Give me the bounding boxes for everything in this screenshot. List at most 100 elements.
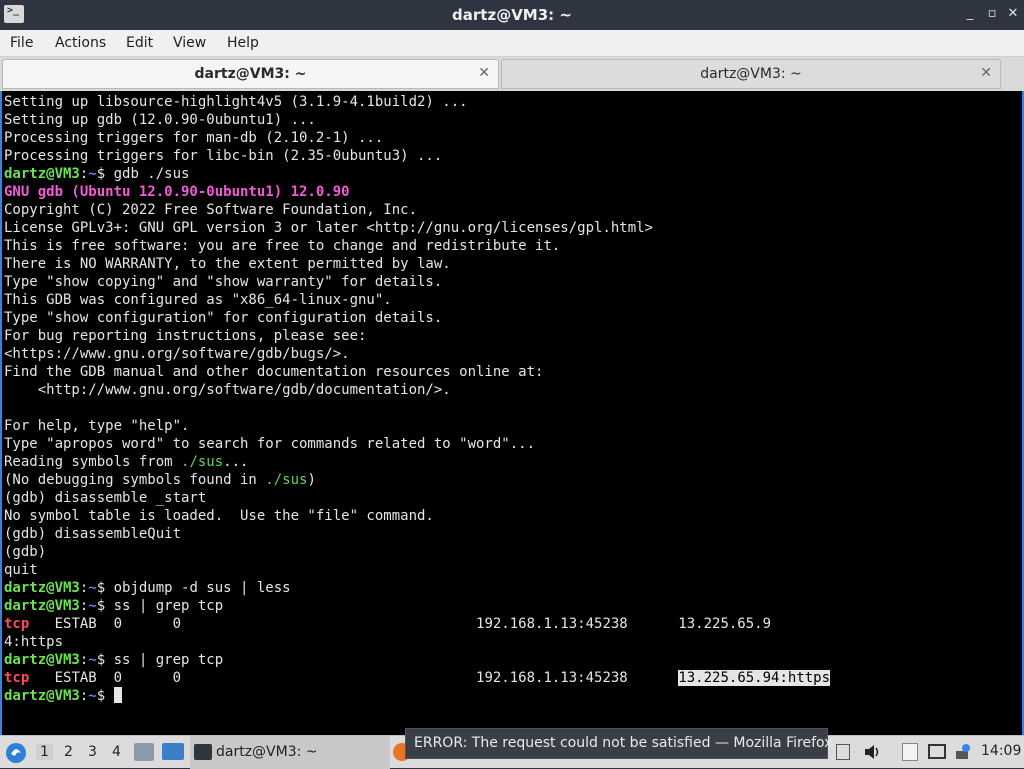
terminal-text: Type "show configuration" for configurat… (4, 310, 443, 326)
terminal-text: There is NO WARRANTY, to the extent perm… (4, 256, 451, 272)
terminal-text: Processing triggers for man-db (2.10.2-1… (4, 130, 384, 146)
terminal-text: ~ (88, 166, 97, 182)
terminal-text: quit (4, 562, 38, 578)
menu-help[interactable]: Help (227, 35, 259, 51)
terminal-text: Setting up libsource-highlight4v5 (3.1.9… (4, 94, 468, 110)
clipboard-icon[interactable] (902, 743, 918, 761)
taskbar-item-label: dartz@VM3: ~ (216, 744, 318, 760)
terminal-line: <http://www.gnu.org/software/gdb/documen… (4, 381, 451, 399)
terminal-text: tcp (4, 616, 30, 632)
terminal-text: 4:https (4, 634, 64, 650)
terminal-line: tcp ESTAB 0 0 192.168.1.13:45238 13.225.… (4, 669, 831, 687)
terminal-text: ~ (88, 580, 97, 596)
terminal-text: ./sus (181, 454, 224, 470)
terminal-line: dartz@VM3:~$ gdb ./sus (4, 165, 189, 183)
terminal-text: Setting up gdb (12.0.90-0ubuntu1) ... (4, 112, 316, 128)
terminal-text: ~ (88, 688, 97, 704)
terminal-line: Type "show copying" and "show warranty" … (4, 273, 442, 291)
tab-terminal-2[interactable]: dartz@VM3: ~ ✕ (501, 59, 1001, 89)
terminal-text: ~ (88, 598, 97, 614)
file-manager-icon[interactable] (134, 743, 154, 761)
terminal-line: Reading symbols from ./sus... (4, 453, 248, 471)
tab-close-icon[interactable]: ✕ (980, 65, 992, 81)
terminal-text: For bug reporting instructions, please s… (4, 328, 367, 344)
tray-arrow-icon[interactable] (836, 744, 850, 760)
menu-edit[interactable]: Edit (126, 35, 153, 51)
terminal-line: (gdb) (4, 543, 46, 561)
terminal-text: ) (307, 472, 316, 488)
workspace-2[interactable]: 2 (64, 744, 73, 760)
terminal-line: Copyright (C) 2022 Free Software Foundat… (4, 201, 417, 219)
terminal-text: $ gdb ./sus (96, 166, 190, 182)
terminal-text: <https://www.gnu.org/software/gdb/bugs/>… (4, 346, 350, 362)
minimize-icon[interactable]: _ (962, 6, 978, 22)
menu-file[interactable]: File (10, 35, 33, 51)
maximize-icon[interactable]: ▫ (984, 6, 1000, 22)
terminal-text: tcp (4, 670, 30, 686)
terminal-line: (gdb) disassemble _start (4, 489, 206, 507)
terminal-line: dartz@VM3:~$ (4, 687, 122, 705)
terminal-line: Type "show configuration" for configurat… (4, 309, 442, 327)
terminal-text: (gdb) disassembleQuit (4, 526, 182, 542)
terminal-text: Type "apropos word" to search for comman… (4, 436, 536, 452)
terminal-line: Setting up libsource-highlight4v5 (3.1.9… (4, 93, 468, 111)
tab-close-icon[interactable]: ✕ (478, 65, 490, 81)
terminal-text: dartz@VM3 (4, 166, 80, 182)
terminal-text: $ objdump -d sus | less (96, 580, 291, 596)
workspace-4[interactable]: 4 (112, 744, 121, 760)
terminal-text: dartz@VM3 (4, 688, 80, 704)
volume-icon[interactable] (863, 744, 881, 760)
terminal-line: dartz@VM3:~$ objdump -d sus | less (4, 579, 291, 597)
terminal-text: This GDB was configured as "x86_64-linux… (4, 292, 392, 308)
terminal-text: ~ (88, 652, 97, 668)
terminal-line: Type "apropos word" to search for comman… (4, 435, 535, 453)
terminal-line: 4:https (4, 633, 63, 651)
show-desktop-icon[interactable] (162, 743, 184, 760)
window-title: dartz@VM3: ~ (452, 6, 572, 24)
terminal-line: No symbol table is loaded. Use the "file… (4, 507, 434, 525)
tab-label: dartz@VM3: ~ (194, 66, 307, 82)
tab-label: dartz@VM3: ~ (700, 66, 802, 82)
terminal-text: 13.225.65.94:https (678, 670, 831, 686)
firefox-tooltip: ERROR: The request could not be satisfie… (405, 728, 832, 759)
close-icon[interactable]: ✕ (1005, 6, 1021, 22)
terminal-line: This is free software: you are free to c… (4, 237, 560, 255)
tab-bar: dartz@VM3: ~ ✕ dartz@VM3: ~ ✕ (0, 57, 1024, 91)
terminal-line: Processing triggers for man-db (2.10.2-1… (4, 129, 383, 147)
terminal-text: $ ss | grep tcp (96, 652, 224, 668)
workspace-1[interactable]: 1 (36, 744, 53, 760)
taskbar-item-terminal[interactable]: dartz@VM3: ~ (190, 736, 390, 769)
window-titlebar: dartz@VM3: ~ _ ▫ ✕ (0, 0, 1024, 30)
terminal-text: ESTAB 0 0 192.168.1.13:45238 (29, 670, 679, 686)
terminal-line: <https://www.gnu.org/software/gdb/bugs/>… (4, 345, 350, 363)
terminal-text: Type "show copying" and "show warranty" … (4, 274, 443, 290)
terminal-line: For bug reporting instructions, please s… (4, 327, 366, 345)
menu-bar: File Actions Edit View Help (0, 30, 1024, 57)
terminal-text: Processing triggers for libc-bin (2.35-0… (4, 148, 443, 164)
tab-terminal-1[interactable]: dartz@VM3: ~ ✕ (2, 59, 499, 89)
network-icon[interactable] (928, 744, 946, 759)
terminal-line: (No debugging symbols found in ./sus) (4, 471, 316, 489)
terminal-line: dartz@VM3:~$ ss | grep tcp (4, 651, 223, 669)
terminal-text: Copyright (C) 2022 Free Software Foundat… (4, 202, 418, 218)
terminal-text: (gdb) (4, 544, 47, 560)
terminal-text: <http://www.gnu.org/software/gdb/documen… (4, 382, 451, 398)
terminal-line: GNU gdb (Ubuntu 12.0.90-0ubuntu1) 12.0.9… (4, 183, 350, 201)
terminal-output[interactable]: Setting up libsource-highlight4v5 (3.1.9… (0, 91, 1024, 735)
terminal-line: Processing triggers for libc-bin (2.35-0… (4, 147, 442, 165)
menu-view[interactable]: View (173, 35, 206, 51)
terminal-line: This GDB was configured as "x86_64-linux… (4, 291, 392, 309)
terminal-text: This is free software: you are free to c… (4, 238, 561, 254)
terminal-text: License GPLv3+: GNU GPL version 3 or lat… (4, 220, 654, 236)
terminal-text: No symbol table is loaded. Use the "file… (4, 508, 434, 524)
terminal-task-icon (194, 744, 212, 760)
update-notifier-icon[interactable] (954, 743, 972, 761)
workspace-3[interactable]: 3 (88, 744, 97, 760)
terminal-text: dartz@VM3 (4, 580, 80, 596)
terminal-line: For help, type "help". (4, 417, 189, 435)
terminal-line: There is NO WARRANTY, to the extent perm… (4, 255, 451, 273)
start-menu-icon[interactable] (5, 742, 27, 764)
clock[interactable]: 14:09 (981, 743, 1021, 759)
menu-actions[interactable]: Actions (55, 35, 106, 51)
terminal-text: dartz@VM3 (4, 598, 80, 614)
